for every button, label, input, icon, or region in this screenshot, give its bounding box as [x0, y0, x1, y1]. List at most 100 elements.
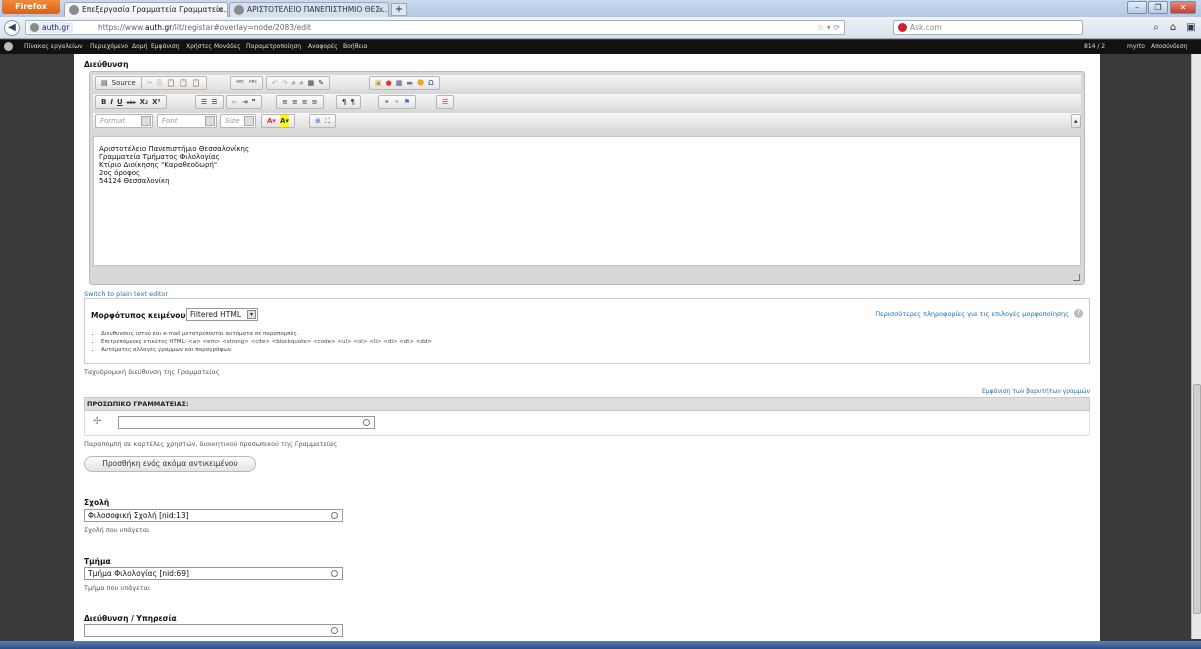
- school-label: Σχολή: [84, 498, 110, 507]
- admin-item-structure[interactable]: Δομή: [132, 40, 147, 54]
- resize-handle[interactable]: [1073, 274, 1080, 281]
- staff-table-row: ✢: [84, 411, 1090, 436]
- address-line: Κτίριο Διοίκησης "Καραθεοδωρή": [99, 161, 218, 169]
- format-tip: Επιτρεπόμενες ετικέτες HTML: <a> <em> <s…: [101, 338, 432, 346]
- chevron-down-icon: [141, 116, 151, 126]
- firefox-menu-button[interactable]: Firefox: [2, 0, 60, 14]
- os-taskbar: [0, 641, 1201, 649]
- extra-buttons[interactable]: ⊕ ⛶: [309, 114, 336, 128]
- navigation-toolbar: ◀ auth.gr https://www.auth.gr/lit/regist…: [0, 17, 1201, 39]
- font-select[interactable]: Font: [157, 114, 217, 128]
- undo-redo-buttons[interactable]: ↶ ↷ ⌕ ⌕ ▦ ✎: [266, 76, 331, 90]
- address-line: Αριστοτέλειο Πανεπιστήμιο Θεσσαλονίκης: [99, 145, 250, 153]
- favicon-icon: [234, 5, 244, 15]
- search-icon[interactable]: ⌕: [1148, 21, 1164, 35]
- plain-text-editor-link[interactable]: Switch to plain text editor: [84, 290, 168, 298]
- chevron-down-icon: ▾: [247, 310, 256, 319]
- department-description: Τμήμα που υπάγεται: [84, 584, 151, 592]
- admin-item-reports[interactable]: Αναφορές: [308, 40, 338, 54]
- text-format-fieldset: Μορφότυπος κειμένου Filtered HTML ▾ Περισ…: [84, 298, 1090, 364]
- spellcheck-buttons[interactable]: ᴬᴮᶜ ᴬᴮᶜ: [230, 76, 264, 90]
- admin-item-dashboard[interactable]: Πίνακας εργαλείων: [24, 40, 83, 54]
- admin-toolbar: Πίνακας εργαλείων Περιεχόμενο Δομή Εμφάν…: [0, 40, 1201, 54]
- size-select[interactable]: Size: [220, 114, 256, 128]
- address-line: Γραμματεία Τμήματος Φιλολογίας: [99, 153, 220, 161]
- admin-item-configuration[interactable]: Παραμετροποίηση: [246, 40, 301, 54]
- indent-buttons[interactable]: ⇤ ⇥ ❞: [226, 95, 262, 109]
- autocomplete-icon: [331, 570, 338, 577]
- insert-buttons[interactable]: ▣ ● ▦ ▬ ☻ Ω: [369, 76, 440, 90]
- browser-title-bar: Firefox Επεξεργασία Γραμματεία Γραμματεί…: [0, 0, 1201, 17]
- new-tab-button[interactable]: +: [391, 3, 407, 16]
- site-icon: [30, 23, 39, 32]
- text-style-buttons[interactable]: B I Uabc X₂ X²: [95, 95, 167, 109]
- tab-edit-secretariat[interactable]: Επεξεργασία Γραμματεία Γραμματεία... ×: [64, 2, 228, 17]
- text-format-label: Μορφότυπος κειμένου: [91, 311, 186, 320]
- chevron-down-icon: [205, 116, 215, 126]
- admin-item-content[interactable]: Περιεχόμενο: [90, 40, 128, 54]
- tab-auth-home[interactable]: ΑΡΙΣΤΟΤΕΛΕΙΟ ΠΑΝΕΠΙΣΤΗΜΙΟ ΘΕΣ... ×: [229, 2, 389, 17]
- window-icon[interactable]: ▣: [1183, 21, 1199, 35]
- direction-buttons[interactable]: ¶ ¶: [336, 95, 361, 109]
- collapse-toolbar-button[interactable]: ▴: [1071, 114, 1081, 128]
- admin-logout[interactable]: Αποσύνδεση: [1151, 40, 1188, 54]
- editor-toolbar-row-3: Format Font Size A▾ A▾ ⊕ ⛶ ▴: [93, 113, 1081, 129]
- maximize-button[interactable]: ❐: [1148, 1, 1168, 14]
- help-icon[interactable]: ?: [1074, 309, 1083, 318]
- align-buttons[interactable]: ≡ ≡ ≡ ≡: [276, 95, 324, 109]
- format-select[interactable]: Format: [95, 114, 153, 128]
- list-buttons[interactable]: ☰ ☰: [195, 95, 224, 109]
- close-tab-icon[interactable]: ×: [217, 3, 223, 16]
- tab-title: Επεξεργασία Γραμματεία Γραμματεία...: [82, 5, 228, 14]
- staff-description: Παραπομπή σε καρτέλες χρηστών, διοικητικ…: [84, 440, 338, 448]
- format-tips-list: Διευθύνσεις ιστού και e-mail μετατρέποντ…: [93, 330, 432, 354]
- admin-user-count[interactable]: 814 / 2: [1084, 40, 1105, 54]
- source-icon: ▤: [101, 79, 108, 87]
- home-icon[interactable]: ⌂: [1165, 21, 1181, 35]
- admin-item-help[interactable]: Βοήθεια: [343, 40, 368, 54]
- format-tip: Διευθύνσεις ιστού και e-mail μετατρέποντ…: [101, 330, 432, 338]
- admin-item-users[interactable]: Χρήστες: [186, 40, 212, 54]
- link-buttons[interactable]: ⚭ ⚭ ⚑: [378, 95, 417, 109]
- text-format-select[interactable]: Filtered HTML ▾: [186, 308, 258, 321]
- favicon-icon: [69, 5, 79, 15]
- admin-item-appearance[interactable]: Εμφάνιση: [151, 40, 180, 54]
- school-description: Σχολή που υπάγεται: [84, 526, 150, 534]
- close-tab-icon[interactable]: ×: [378, 3, 384, 16]
- search-box[interactable]: Ask.com: [893, 20, 1083, 35]
- bookmark-star-icon[interactable]: ☆ ▾ ⟳: [817, 21, 840, 34]
- autocomplete-icon: [331, 627, 338, 634]
- school-input[interactable]: Φιλοσοφική Σχολή [nid:13]: [84, 509, 343, 522]
- color-buttons[interactable]: A▾ A▾: [261, 114, 295, 128]
- admin-home-icon[interactable]: [4, 42, 13, 51]
- address-description: Ταχυδρομική διεύθυνση της Γραμματείας: [84, 368, 220, 376]
- format-help-link[interactable]: Περισσότερες πληροφορίες για τις επιλογέ…: [875, 310, 1069, 318]
- autocomplete-icon: [331, 512, 338, 519]
- service-input[interactable]: [84, 624, 343, 637]
- source-button[interactable]: ▤ Source: [95, 76, 142, 90]
- format-tip: Αυτόματες αλλαγές γραμμών και παραγράφων…: [101, 346, 432, 354]
- scrollbar-thumb[interactable]: [1193, 384, 1201, 614]
- tab-title: ΑΡΙΣΤΟΤΕΛΕΙΟ ΠΑΝΕΠΙΣΤΗΜΙΟ ΘΕΣ...: [247, 5, 388, 14]
- url-bar[interactable]: auth.gr https://www.auth.gr/lit/registar…: [25, 20, 845, 35]
- back-button[interactable]: ◀: [4, 20, 20, 36]
- address-line: 54124 Θεσσαλονίκη: [99, 177, 170, 185]
- show-row-weights-link[interactable]: Εμφάνιση των βαρυτήτων γραμμών: [982, 388, 1090, 395]
- department-label: Τμήμα: [84, 557, 111, 566]
- drag-handle-icon[interactable]: ✢: [93, 416, 101, 427]
- add-another-item-button[interactable]: Προσθήκη ενός ακόμα αντικειμένου: [84, 456, 256, 472]
- clipboard-buttons[interactable]: ✂ ⎘ 📋 📋 📋: [141, 76, 207, 90]
- address-line: 2ος όροφος: [99, 169, 141, 177]
- close-window-button[interactable]: ✕: [1170, 1, 1196, 14]
- department-input[interactable]: Τμήμα Φιλολογίας [nid:69]: [84, 567, 343, 580]
- staff-reference-input[interactable]: [118, 416, 375, 429]
- rich-text-editor: ▤ Source ✂ ⎘ 📋 📋 📋 ᴬᴮᶜ ᴬᴮᶜ ↶ ↷ ⌕ ⌕ ▦ ✎ ▣ ● ▦ ▬ ☻ Ω B I Uab…: [89, 71, 1085, 285]
- admin-item-modules[interactable]: Μονάδες: [214, 40, 241, 54]
- page-scrollbar[interactable]: [1191, 54, 1201, 639]
- editor-content-area[interactable]: Αριστοτέλειο Πανεπιστήμιο Θεσσαλονίκης Γ…: [93, 136, 1081, 266]
- remove-format-button[interactable]: ☰: [436, 95, 455, 109]
- editor-toolbar-row-2: B I Uabc X₂ X² ☰ ☰ ⇤ ⇥ ❞ ≡ ≡ ≡ ≡ ¶ ¶ ⚭ ⚭ ⚑ ☰: [93, 94, 1081, 110]
- site-identity[interactable]: auth.gr: [28, 22, 74, 33]
- admin-username[interactable]: myrto: [1127, 40, 1145, 54]
- minimize-button[interactable]: –: [1127, 1, 1147, 14]
